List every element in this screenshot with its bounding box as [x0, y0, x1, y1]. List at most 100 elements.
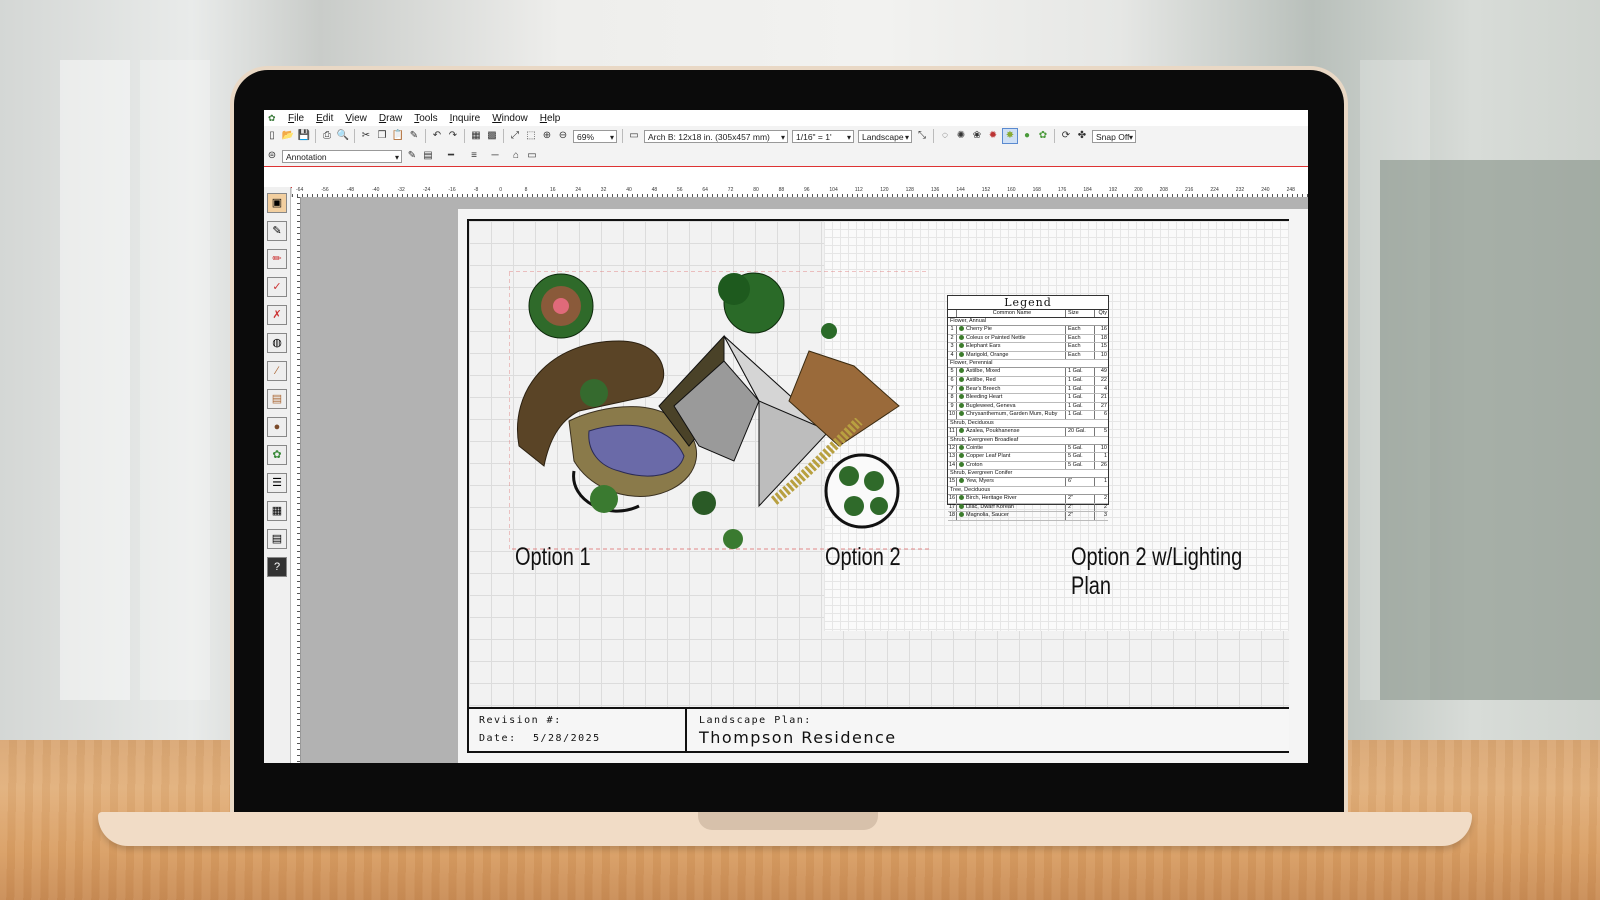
plant-symbol-icon [959, 334, 964, 340]
print-icon[interactable]: ⎙ [320, 129, 334, 143]
legend-row-qty: 21 [1100, 394, 1107, 401]
drawing-canvas[interactable]: Option 1 Option 2 Option 2 w/Lighting Pl… [301, 197, 1308, 763]
shape-icon[interactable]: ▭ [525, 149, 539, 163]
fill-color-icon[interactable]: ▤ [421, 149, 435, 163]
trim-tool-icon[interactable]: ✗ [267, 305, 287, 325]
toolbar-separator [425, 129, 426, 143]
plant-tree-icon[interactable]: ✿ [1036, 129, 1050, 143]
legend-row: 14 Croton 5 Gal. 26 [948, 461, 1108, 471]
list-tool-icon[interactable]: ☰ [267, 473, 287, 493]
edit-tool-icon[interactable]: ✏ [267, 249, 287, 269]
plant-symbol-icon[interactable]: ✺ [954, 129, 968, 143]
cut-icon[interactable]: ✂ [359, 129, 373, 143]
plant-symbol-icon [959, 478, 964, 484]
rotate-symbol-icon[interactable]: ⟳ [1059, 129, 1073, 143]
legend-header-qty: Qty [1098, 310, 1107, 316]
paste-icon[interactable]: 📋 [391, 129, 405, 143]
orientation-select[interactable]: Landscape [858, 129, 912, 144]
menu-inquire[interactable]: Inquire [450, 113, 481, 124]
plant-flower-icon[interactable]: ❀ [970, 129, 984, 143]
plant-symbol-icon [959, 453, 964, 459]
page-setup-icon[interactable]: ▭ [627, 129, 641, 143]
menu-view[interactable]: View [345, 113, 367, 124]
drawing-sheet: Option 1 Option 2 Option 2 w/Lighting Pl… [467, 219, 1289, 753]
plant-selected-icon[interactable]: ✸ [1002, 128, 1018, 144]
ruler-tick-label: -32 [397, 187, 405, 193]
line-weight-icon[interactable]: ━ [437, 149, 465, 163]
redo-icon[interactable]: ↷ [446, 129, 460, 143]
measure-tool-icon[interactable]: ✓ [267, 277, 287, 297]
shrub-cluster [692, 491, 716, 515]
command-bar[interactable] [264, 166, 1308, 188]
shrub-icon[interactable]: ✤ [1075, 129, 1089, 143]
paint-bucket-icon[interactable]: ⌂ [509, 149, 523, 163]
save-icon[interactable]: 💾 [297, 129, 311, 143]
menu-help[interactable]: Help [540, 113, 561, 124]
legend-row-name-text: Elephant Ears [966, 343, 1001, 350]
plant-tool-icon[interactable]: ✿ [267, 445, 287, 465]
path-tool-icon[interactable]: ∕ [267, 361, 287, 381]
legend-row-qty: 5 [1103, 427, 1107, 434]
legend-row-qty: 3 [1103, 512, 1107, 519]
legend-row-number: 11 [948, 427, 957, 436]
report-tool-icon[interactable]: ▤ [267, 529, 287, 549]
paper-size-select[interactable]: Arch B: 12x18 in. (305x457 mm) [644, 129, 788, 144]
undo-icon[interactable]: ↶ [430, 129, 444, 143]
ruler-tick-label: 24 [575, 187, 581, 193]
print-preview-icon[interactable]: 🔍 [336, 129, 350, 143]
legend-row-qty: 1 [1103, 453, 1107, 460]
left-toolbox: ▣ ✎ ✏ ✓ ✗ ◍ ∕ ▤ ● ✿ ☰ ▦ ▤ ? [264, 187, 291, 763]
open-folder-icon[interactable]: 📂 [281, 129, 295, 143]
menu-edit[interactable]: Edit [316, 113, 333, 124]
ruler-tick-label: 16 [550, 187, 556, 193]
zoom-out-icon[interactable]: ⊖ [556, 129, 570, 143]
legend-row-name-text: Birch, Heritage River [966, 494, 1017, 501]
help-tool-icon[interactable]: ? [267, 557, 287, 577]
title-block-left: Revision #: Date: 5/28/2025 [469, 709, 687, 751]
legend-row-size: 5 Gal. [1066, 461, 1095, 470]
legend-row-size: Each [1066, 334, 1095, 343]
snap-select[interactable]: Snap Off [1092, 129, 1136, 144]
plant-legend[interactable]: Legend Common Name Size Qty Flower, Annu… [947, 295, 1109, 521]
terrain-tool-icon[interactable]: ● [267, 417, 287, 437]
scale-select[interactable]: 1/16" = 1' [792, 129, 854, 144]
legend-row-name-text: Marigold, Orange [966, 351, 1009, 358]
new-file-icon[interactable]: ▯ [265, 129, 279, 143]
format-painter-icon[interactable]: ✎ [407, 129, 421, 143]
zoom-window-icon[interactable]: ⬚ [524, 129, 538, 143]
line-style-icon[interactable]: ≡ [467, 149, 481, 163]
menu-tools[interactable]: Tools [414, 113, 437, 124]
menu-file[interactable]: File [288, 113, 304, 124]
line-type-icon[interactable]: ─ [483, 149, 507, 163]
snap-grid-icon[interactable]: ▩ [485, 129, 499, 143]
line-color-icon[interactable]: ✎ [405, 149, 419, 163]
sketch-tool-icon[interactable]: ✎ [267, 221, 287, 241]
zoom-in-icon[interactable]: ⊕ [540, 129, 554, 143]
legend-row-name-text: Yew, Myers [966, 478, 994, 485]
ruler-tick-label: 184 [1083, 187, 1092, 193]
zoom-select[interactable]: 69% [573, 129, 617, 144]
legend-row: 8 Bleeding Heart 1 Gal. 21 [948, 394, 1108, 403]
legend-row-qty: 2 [1103, 503, 1107, 510]
plant-circle-icon[interactable]: ◌ [938, 129, 952, 143]
copy-icon[interactable]: ❐ [375, 129, 389, 143]
ruler-tick-label: 88 [778, 187, 785, 193]
resize-icon[interactable]: ⤡ [915, 129, 929, 143]
zoom-extents-icon[interactable]: ⤢ [508, 129, 522, 143]
legend-row-qty: 18 [1100, 334, 1107, 341]
legend-row-number: 12 [948, 444, 957, 453]
layer-select[interactable]: Annotation [282, 149, 402, 164]
table-tool-icon[interactable]: ▦ [267, 501, 287, 521]
grid-icon[interactable]: ▦ [469, 129, 483, 143]
menu-draw[interactable]: Draw [379, 113, 402, 124]
plant-green-icon[interactable]: ● [1020, 129, 1034, 143]
plant-red-icon[interactable]: ✹ [986, 129, 1000, 143]
menu-window[interactable]: Window [492, 113, 528, 124]
legend-group-heading: Shrub, Evergreen Conifer [948, 470, 1108, 479]
fence-tool-icon[interactable]: ▤ [267, 389, 287, 409]
legend-row-name-text: Copper Leaf Plant [966, 453, 1011, 460]
select-tool-icon[interactable]: ▣ [267, 193, 287, 213]
legend-row-name: Bear's Breech [957, 385, 1066, 394]
shapes-tool-icon[interactable]: ◍ [267, 333, 287, 353]
ruler-tick-label: 232 [1235, 187, 1245, 193]
